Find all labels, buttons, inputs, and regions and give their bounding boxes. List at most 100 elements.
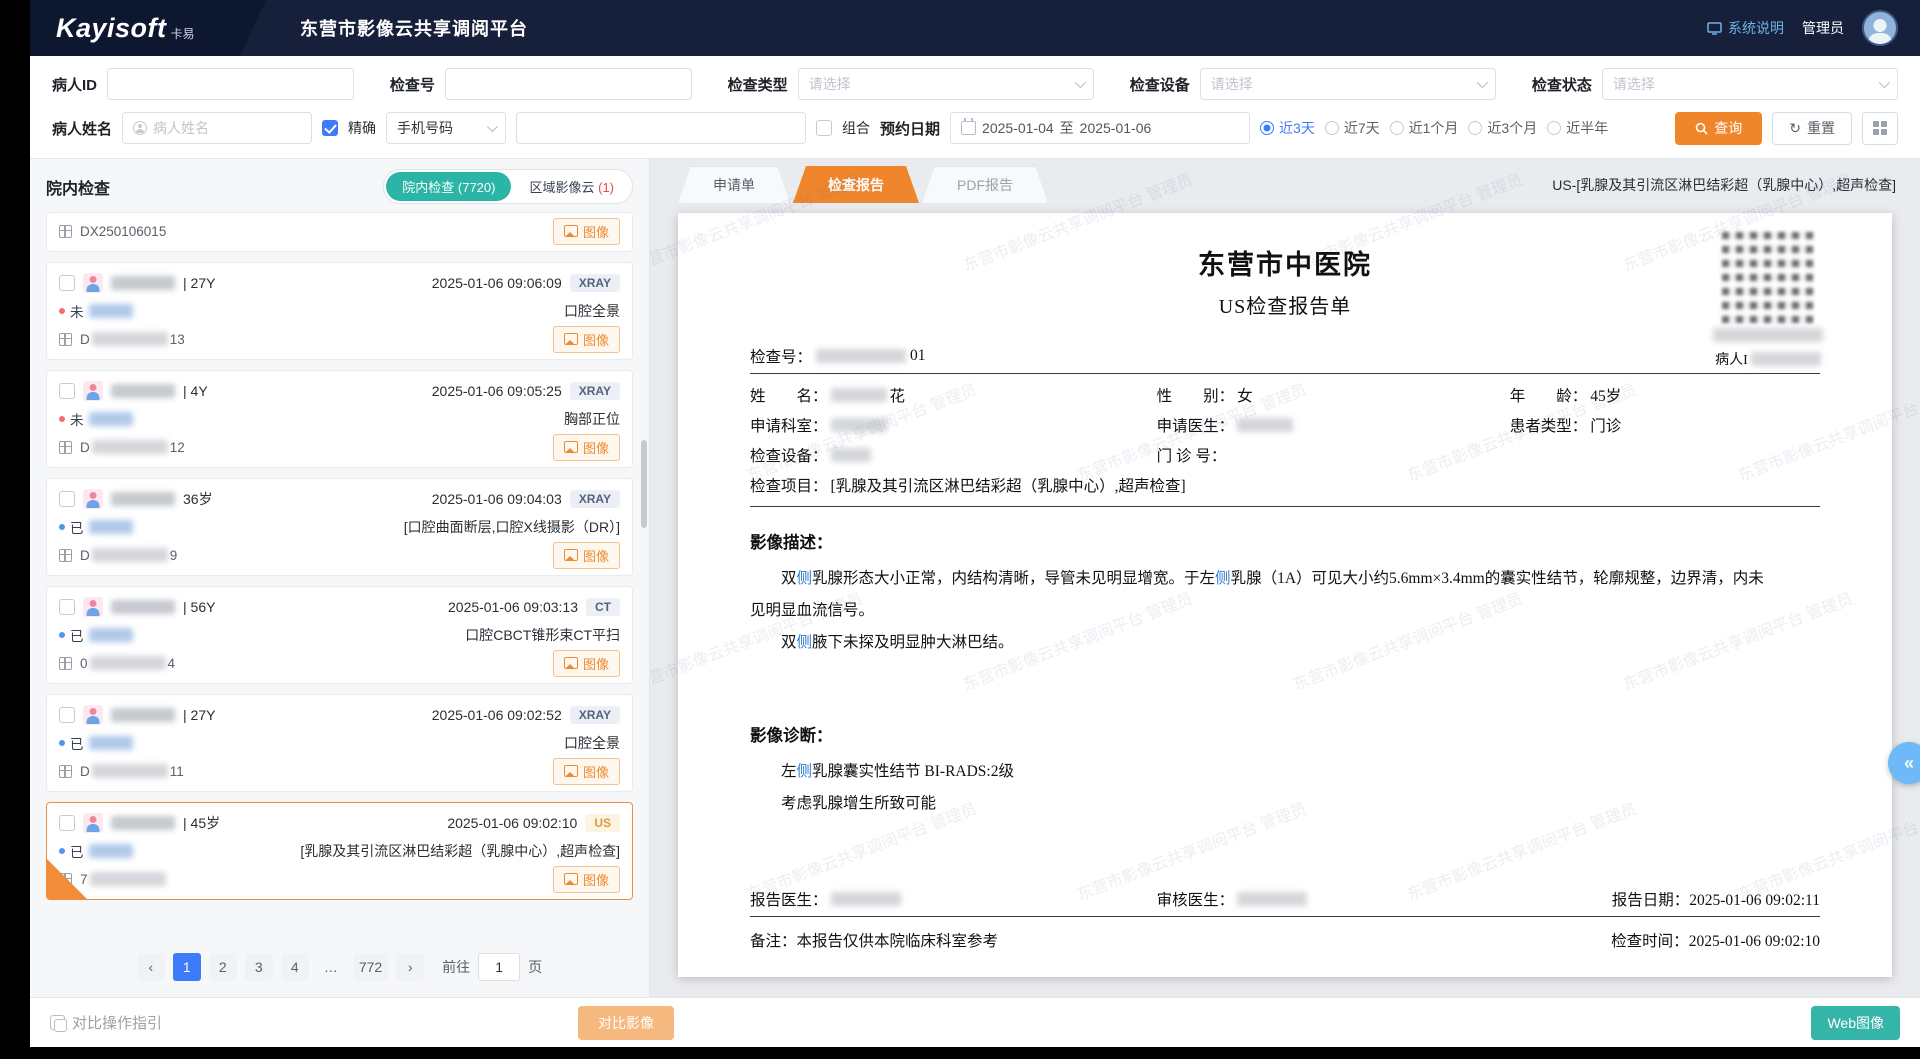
field-gender: 性 别：女	[1157, 384, 1510, 406]
goto-page-input[interactable]	[478, 953, 520, 981]
field-empty	[1510, 444, 1820, 466]
select-checkbox[interactable]	[59, 383, 75, 399]
page-1-button[interactable]: 1	[173, 953, 201, 981]
radio-on-icon	[1260, 121, 1274, 135]
range-7days-radio[interactable]: 近7天	[1325, 118, 1380, 138]
system-help-link[interactable]: 系统说明	[1707, 18, 1784, 38]
exam-status-select[interactable]: 请选择	[1602, 68, 1898, 100]
patient-name-input[interactable]	[153, 120, 301, 136]
exam-device-select[interactable]: 请选择	[1200, 68, 1496, 100]
page-2-button[interactable]: 2	[209, 953, 237, 981]
exam-card[interactable]: 36岁 2025-01-06 09:04:03 XRAY 已 [口腔曲面断层,口…	[46, 478, 633, 576]
range-1month-radio[interactable]: 近1个月	[1390, 118, 1459, 138]
reset-button[interactable]: ↻ 重置	[1772, 112, 1852, 145]
filter-row-1: 病人ID 检查号 检查类型 请选择 检查设备 请选择 检查状态 请选择	[52, 62, 1898, 106]
audit-status: 已	[59, 841, 133, 861]
exam-id: D12	[80, 440, 185, 455]
image-icon	[564, 225, 578, 237]
qr-patient-label: 病人I	[1715, 349, 1748, 369]
source-tabs: 院内检查 (7720) 区域影像云 (1)	[383, 169, 633, 204]
desc-paragraph-1: 双侧乳腺形态大小正常，内结构清晰，导管未见明显增宽。于左侧乳腺（1A）可见大小约…	[750, 563, 1770, 627]
exam-card-selected[interactable]: | 45岁 2025-01-06 09:02:10 US 已 [乳腺及其引流区淋…	[46, 802, 633, 900]
filter-panel: 病人ID 检查号 检查类型 请选择 检查设备 请选择 检查状态 请选择	[30, 56, 1920, 159]
tab-request-form[interactable]: 申请单	[678, 166, 790, 203]
exam-card[interactable]: | 56Y 2025-01-06 09:03:13 CT 已 口腔CBCT锥形束…	[46, 586, 633, 684]
exam-card[interactable]: | 27Y 2025-01-06 09:06:09 XRAY 未 口腔全景	[46, 262, 633, 360]
exam-card[interactable]: | 27Y 2025-01-06 09:02:52 XRAY 已 口腔全景	[46, 694, 633, 792]
next-page-button[interactable]: ›	[396, 953, 424, 981]
range-3months-radio[interactable]: 近3个月	[1468, 118, 1537, 138]
exam-card[interactable]: DX250106015 图像	[46, 212, 633, 252]
search-icon	[1695, 122, 1708, 135]
tab-exam-report[interactable]: 检查报告	[793, 166, 919, 203]
exam-description: [口腔曲面断层,口腔X线摄影（DR）]	[404, 517, 620, 537]
select-checkbox[interactable]	[59, 815, 75, 831]
image-icon	[564, 441, 578, 453]
select-checkbox[interactable]	[59, 599, 75, 615]
user-avatar[interactable]	[1862, 10, 1898, 46]
view-images-button[interactable]: 图像	[553, 434, 620, 461]
field-name: 姓 名：花	[750, 384, 1157, 406]
last-page-button[interactable]: 772	[353, 953, 388, 981]
exam-type-select[interactable]: 请选择	[798, 68, 1094, 100]
exam-datetime: 2025-01-06 09:02:52	[432, 707, 562, 723]
tab-region-cloud[interactable]: 区域影像云 (1)	[513, 172, 630, 201]
view-images-button[interactable]: 图像	[553, 218, 620, 245]
field-project: 检查项目：[乳腺及其引流区淋巴结彩超（乳腺中心）,超声检查]	[750, 474, 1820, 496]
req-doctor-redacted	[1237, 418, 1293, 432]
search-button-label: 查询	[1714, 118, 1742, 138]
patient-id-input[interactable]	[118, 76, 343, 92]
brand-logo[interactable]: Kayisoft 卡易	[30, 0, 266, 56]
view-images-button[interactable]: 图像	[553, 650, 620, 677]
exam-description: 口腔CBCT锥形束CT平扫	[465, 625, 620, 645]
status-redacted	[89, 520, 133, 534]
phone-field-select[interactable]: 手机号码	[386, 112, 506, 144]
qr-caption-redacted	[1713, 328, 1823, 342]
patient-avatar	[83, 489, 103, 509]
date-range-picker[interactable]: 2025-01-04 至 2025-01-06	[950, 112, 1250, 144]
audit-status: 未	[59, 301, 133, 321]
range-1month-label: 近1个月	[1409, 118, 1459, 138]
layout-switch-button[interactable]	[1862, 112, 1898, 145]
exam-list-panel: 院内检查 院内检查 (7720) 区域影像云 (1) DX250106015 图…	[30, 159, 650, 997]
dept-redacted	[831, 418, 887, 432]
compare-images-button[interactable]: 对比影像	[578, 1006, 674, 1040]
range-3days-radio[interactable]: 近3天	[1260, 118, 1315, 138]
compare-guide-link[interactable]: 对比操作指引	[50, 1012, 162, 1033]
search-button[interactable]: 查询	[1675, 112, 1762, 145]
phone-input[interactable]	[527, 120, 795, 136]
view-images-button[interactable]: 图像	[553, 758, 620, 785]
exam-card[interactable]: | 4Y 2025-01-06 09:05:25 XRAY 未 胸部正位	[46, 370, 633, 468]
range-halfyear-label: 近半年	[1566, 118, 1608, 138]
view-images-button[interactable]: 图像	[553, 326, 620, 353]
exam-no-input-box	[445, 68, 692, 100]
select-checkbox[interactable]	[59, 707, 75, 723]
radio-icon	[1468, 121, 1482, 135]
view-images-button[interactable]: 图像	[553, 542, 620, 569]
web-image-button[interactable]: Web图像	[1811, 1006, 1900, 1040]
range-halfyear-radio[interactable]: 近半年	[1547, 118, 1608, 138]
select-checkbox[interactable]	[59, 275, 75, 291]
desc-section-title: 影像描述：	[750, 529, 1820, 553]
image-button-label: 图像	[583, 654, 609, 673]
exam-device-placeholder: 请选择	[1211, 74, 1253, 94]
combo-checkbox[interactable]	[816, 120, 832, 136]
tab-hospital-exams[interactable]: 院内检查 (7720)	[386, 172, 511, 201]
tab-pdf-report[interactable]: PDF报告	[922, 166, 1048, 203]
prev-page-button[interactable]: ‹	[137, 953, 165, 981]
list-scrollbar[interactable]	[641, 440, 647, 528]
exam-no-suffix: 01	[910, 347, 926, 365]
review-doctor: 审核医生：	[1157, 888, 1510, 910]
page-4-button[interactable]: 4	[281, 953, 309, 981]
exam-id-redacted	[92, 764, 168, 778]
page-3-button[interactable]: 3	[245, 953, 273, 981]
divider	[750, 373, 1820, 374]
exact-checkbox[interactable]	[322, 120, 338, 136]
exam-no-input[interactable]	[456, 76, 681, 92]
chevron-down-icon	[1075, 77, 1086, 88]
goto-label: 前往	[442, 957, 470, 977]
select-checkbox[interactable]	[59, 491, 75, 507]
pages-ellipsis[interactable]: …	[317, 953, 345, 981]
view-images-button[interactable]: 图像	[553, 866, 620, 893]
status-dot	[59, 524, 65, 530]
